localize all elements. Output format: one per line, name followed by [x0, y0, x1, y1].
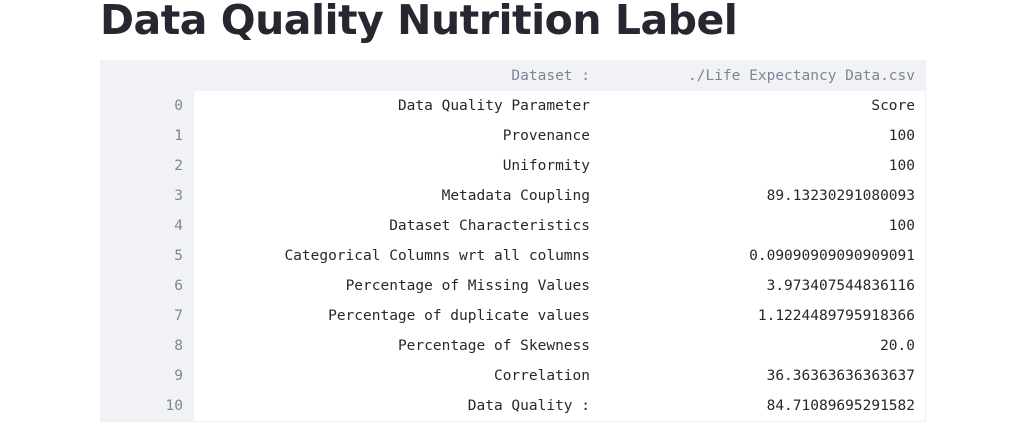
score-cell[interactable]: 100 [601, 121, 925, 151]
table-row: 2 Uniformity 100 [101, 151, 925, 181]
table-row: 0 Data Quality Parameter Score [101, 91, 925, 121]
row-index: 3 [101, 181, 194, 211]
score-cell[interactable]: 100 [601, 211, 925, 241]
row-index: 1 [101, 121, 194, 151]
data-quality-table[interactable]: Dataset : ./Life Expectancy Data.csv 0 D… [100, 60, 926, 422]
parameter-cell[interactable]: Data Quality Parameter [194, 91, 601, 121]
score-cell[interactable]: 84.71089695291582 [601, 391, 925, 421]
parameter-cell[interactable]: Dataset Characteristics [194, 211, 601, 241]
table-body: 0 Data Quality Parameter Score 1 Provena… [101, 91, 925, 421]
score-cell[interactable]: 1.1224489795918366 [601, 301, 925, 331]
table-row: 8 Percentage of Skewness 20.0 [101, 331, 925, 361]
parameter-cell[interactable]: Categorical Columns wrt all columns [194, 241, 601, 271]
row-index: 6 [101, 271, 194, 301]
row-index: 2 [101, 151, 194, 181]
page-title: Data Quality Nutrition Label [100, 0, 738, 44]
table-header: Dataset : ./Life Expectancy Data.csv [101, 61, 925, 91]
table-row: 1 Provenance 100 [101, 121, 925, 151]
parameter-cell[interactable]: Uniformity [194, 151, 601, 181]
dataframe: Dataset : ./Life Expectancy Data.csv 0 D… [101, 61, 925, 421]
row-index: 7 [101, 301, 194, 331]
table-row: 9 Correlation 36.36363636363637 [101, 361, 925, 391]
parameter-cell[interactable]: Metadata Coupling [194, 181, 601, 211]
table-row: 10 Data Quality : 84.71089695291582 [101, 391, 925, 421]
parameter-cell[interactable]: Provenance [194, 121, 601, 151]
score-cell[interactable]: 89.13230291080093 [601, 181, 925, 211]
index-column-header [101, 61, 194, 91]
row-index: 5 [101, 241, 194, 271]
parameter-cell[interactable]: Percentage of Missing Values [194, 271, 601, 301]
parameter-cell[interactable]: Percentage of Skewness [194, 331, 601, 361]
score-cell[interactable]: 0.09090909090909091 [601, 241, 925, 271]
table-row: 7 Percentage of duplicate values 1.12244… [101, 301, 925, 331]
score-cell[interactable]: 36.36363636363637 [601, 361, 925, 391]
table-row: 4 Dataset Characteristics 100 [101, 211, 925, 241]
score-cell[interactable]: 3.973407544836116 [601, 271, 925, 301]
score-cell[interactable]: Score [601, 91, 925, 121]
table-row: 3 Metadata Coupling 89.13230291080093 [101, 181, 925, 211]
header-row: Dataset : ./Life Expectancy Data.csv [101, 61, 925, 91]
table-row: 5 Categorical Columns wrt all columns 0.… [101, 241, 925, 271]
parameter-cell[interactable]: Data Quality : [194, 391, 601, 421]
column-header-dataset[interactable]: Dataset : [194, 61, 601, 91]
score-cell[interactable]: 20.0 [601, 331, 925, 361]
row-index: 0 [101, 91, 194, 121]
row-index: 10 [101, 391, 194, 421]
parameter-cell[interactable]: Percentage of duplicate values [194, 301, 601, 331]
row-index: 9 [101, 361, 194, 391]
parameter-cell[interactable]: Correlation [194, 361, 601, 391]
score-cell[interactable]: 100 [601, 151, 925, 181]
column-header-file-path[interactable]: ./Life Expectancy Data.csv [601, 61, 925, 91]
row-index: 4 [101, 211, 194, 241]
row-index: 8 [101, 331, 194, 361]
table-row: 6 Percentage of Missing Values 3.9734075… [101, 271, 925, 301]
